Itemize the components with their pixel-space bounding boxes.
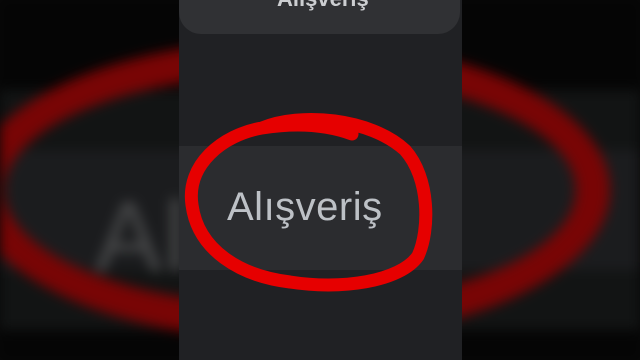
video-frame: Alış Alışveriş Alışveriş (0, 0, 640, 360)
search-query-text[interactable]: Alışveriş (277, 0, 369, 12)
content-area (179, 270, 462, 360)
category-label-shopping[interactable]: Alışveriş (227, 185, 383, 230)
phone-screen: Alışveriş Alışveriş (179, 0, 462, 360)
